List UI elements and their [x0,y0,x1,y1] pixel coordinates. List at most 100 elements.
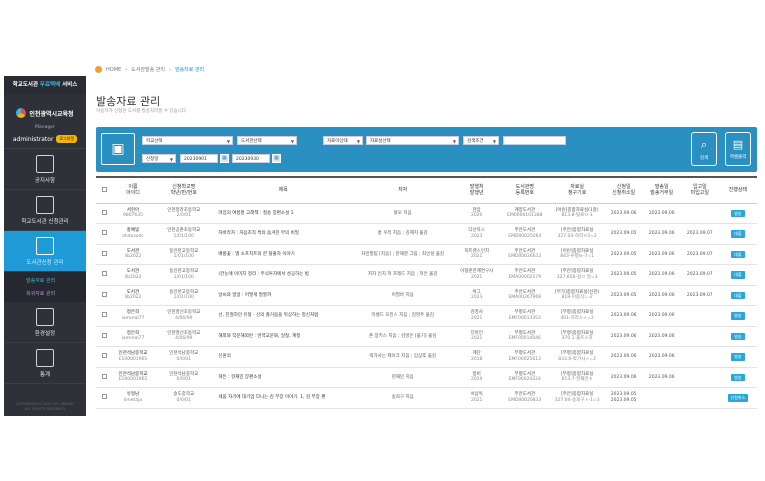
cell-title[interactable]: 선, 친절하던 유형 · 신의 즐거움을 뒤상하는 정신처럼 [214,305,352,327]
cell-name: 정은희 [126,310,140,316]
search-condition-select[interactable]: 검색조건 ▼ [463,136,499,145]
cell-title[interactable]: 세움 자기에 대기업 다니는 김 부장 이야기. 1, 김 부장 편 [214,387,352,409]
calendar-icon[interactable]: ▦ [220,154,229,163]
cell-author: 탈모 지음 [351,203,454,224]
cell-name: 도서관 [126,289,140,295]
row-checkbox[interactable] [101,291,107,297]
cell-grade: 0/0/01 [176,397,191,403]
table-row[interactable]: 유형남 limetaja 송도중학교 0/0/01 세움 자기에 대기업 다니는 김 부… [96,387,757,409]
cell-title[interactable]: 하바라자 : 자음조직 싹의 숨겨진 부의 비밀 [214,223,352,245]
menu-label: 통계 [39,372,51,378]
row-checkbox[interactable] [101,373,107,379]
cell-title[interactable]: 날씨와 얼굴 : 어떻게 말할까 [214,285,352,306]
cell-library: 부평도서관 [514,330,536,336]
table-row[interactable]: 인천석남중학교 E100001965 인천석남중학교 0/0/01 혀든 : 현재민 장… [96,367,757,388]
page-description: 이용자가 신청한 도서를 발송처리할 수 있습니다. [96,109,188,114]
cell-regno: EMA00002179 [508,274,542,280]
status-badge[interactable]: 대출 [731,291,745,299]
page-title: 발송자료 관리 [96,95,161,108]
col-school: 신청학교명 학년/반/번호 [153,176,215,204]
calendar-icon[interactable]: ▦ [272,154,281,163]
material-status-select[interactable]: 자료이상태 ▼ [323,136,363,145]
cell-library: 주안도서관 [514,248,536,254]
row-checkbox[interactable] [101,332,107,338]
cell-request-date: 2023.09.06 [604,305,643,327]
logout-button[interactable]: 로그아웃 [56,135,78,143]
cell-grade: 4/06/99 [175,315,193,321]
row-checkbox[interactable] [101,209,107,215]
cell-author: 박가사는 제이크 지음 ; 임상후 옮김 [351,346,454,368]
cell-in-date [680,326,719,347]
table-row[interactable]: 인천석남중학교 E100001965 인천석남중학교 0/0/01 신원의 박가사는 제이… [96,346,757,368]
status-badge[interactable]: 신청취소 [727,394,749,402]
cell-title[interactable]: 혀든 : 현재민 장편소설 [214,367,352,388]
cell-in-date: 2023.09.07 [680,285,719,306]
status-badge[interactable]: 발송 [731,373,745,381]
cell-name: 정은희 [126,330,140,336]
date-to-input[interactable]: 20230930 [232,154,270,163]
cell-sent-date [642,387,681,409]
material-room-select[interactable]: 자료실선택 ▼ [366,136,459,145]
home-icon[interactable] [95,66,102,73]
cell-call: 401-프라스ㅅ=2 [560,315,594,321]
col-room: 자료실 청구기호 [549,176,605,204]
col-sent-date: 발송일 발송거부일 [642,176,681,204]
status-badge[interactable]: 대출 [731,271,745,279]
status-badge[interactable]: 발송 [731,332,745,340]
cell-regno: EMA00267969 [508,295,542,301]
table-row[interactable]: 도서관 lib2022 동인천고등학교 1/01/100 날씨와 얼굴 : 어떻게 말할… [96,285,757,306]
table-header: 이름 아이디 신청학교명 학년/반/번호 제목 저자 발행처 발행년 도서관명 … [96,176,757,204]
excel-export-button[interactable]: ▤ 엑셀출력 [725,132,751,166]
menu-label: 공지사항 [34,178,56,184]
menu-school-library[interactable]: 학교도서관 신청관리 [4,190,86,231]
table-row[interactable]: 도서관 lib2022 동인천고등학교 1/01/100 (한눈에 이미지 정리 : 주… [96,264,757,286]
cell-sent-date: 2023.09.06 [642,203,681,224]
breadcrumb-level1[interactable]: 도서관발송 관리 [131,66,165,73]
cell-title[interactable]: 해외와 작문해외번 : 번역교문화, 일정, 계정 [214,326,352,347]
cell-library: 계양도서관 [514,207,536,213]
row-checkbox[interactable] [101,230,107,235]
cell-call: 327.04-송희구ㅅ-1=3 [554,397,600,403]
table-row[interactable]: 정은희 iamreal77 인천영선초등학교 4/06/99 선, 친절하던 유형 · … [96,305,757,327]
menu-library-request[interactable]: 도서관신청 관리 [4,231,86,272]
cell-title[interactable]: 려임의 여름풍 고래책 : 칠송 장편소설 1 [214,203,352,224]
col-publisher: 발행처 발행년 [453,176,500,204]
row-checkbox[interactable] [101,312,107,317]
status-badge[interactable]: 발송 [731,209,745,217]
menu-notice[interactable]: 공지사항 [4,149,86,190]
library-select[interactable]: 도서관선택 ▼ [237,136,297,145]
search-panel: ▣ 학교선택 ▼ 도서관선택 ▼ 자료이상태 ▼ 자료실선택 ▼ 검색조건 ▼ 신청일 ▼ … [96,127,757,172]
menu-label: 도서관신청 관리 [26,260,64,266]
cell-request-date: 2023.09.06 [604,367,643,388]
status-badge[interactable]: 발송 [731,312,745,320]
table-row[interactable]: 홍예빛 ahdusodc 인천공촌초등학교 1/01/100 하바라자 : 자음조직 싹… [96,223,757,245]
submenu-sent[interactable]: 발송자료 관리 [4,274,86,287]
keyword-input[interactable] [503,136,566,145]
cell-title[interactable]: 배롱꽃 : 별 소프치트의 한 탈출자 이야기 [214,244,352,265]
table-row[interactable]: 도서관 lib2022 동인천고등학교 1/01/100 배롱꽃 : 별 소프치트의 한… [96,244,757,265]
row-checkbox[interactable] [101,353,107,358]
date-from-input[interactable]: 20230901 [180,154,218,163]
table-row[interactable]: 서현아 9807635 인천청라초등학교 2/0/01 려임의 여름풍 고래책 : 칠송… [96,203,757,224]
row-checkbox[interactable] [101,394,107,399]
submenu-returned[interactable]: 복귀자료 관리 [4,287,86,300]
breadcrumb-home[interactable]: HOME [106,67,121,73]
cell-year: 2021 [470,336,483,342]
breadcrumb-current: 발송자료 관리 [174,67,205,73]
status-badge[interactable]: 발송 [731,353,745,361]
cell-title[interactable]: (한눈에 이미지 정리 : 주식투자에서 성공하는 법 [214,264,352,286]
select-all-checkbox[interactable] [101,186,107,192]
menu-settings[interactable]: 환경설정 [4,302,86,343]
row-checkbox[interactable] [101,250,107,256]
date-type-select[interactable]: 신청일 ▼ [142,154,176,163]
cell-title[interactable]: 신원의 [214,346,352,368]
table-row[interactable]: 정은희 iamreal77 인천영선초등학교 4/06/99 해외와 작문해외번 : 번… [96,326,757,347]
status-badge[interactable]: 대출 [731,250,745,258]
menu-stats[interactable]: 통계 [4,343,86,384]
school-select[interactable]: 학교선택 ▼ [142,136,233,145]
row-checkbox[interactable] [101,271,107,276]
cell-request-date: 2023.09.06 [604,203,643,224]
status-badge[interactable]: 대출 [731,230,745,238]
cell-school: 인천영선초등학교 [167,310,201,316]
search-button[interactable]: ⌕ 검색 [691,132,717,166]
